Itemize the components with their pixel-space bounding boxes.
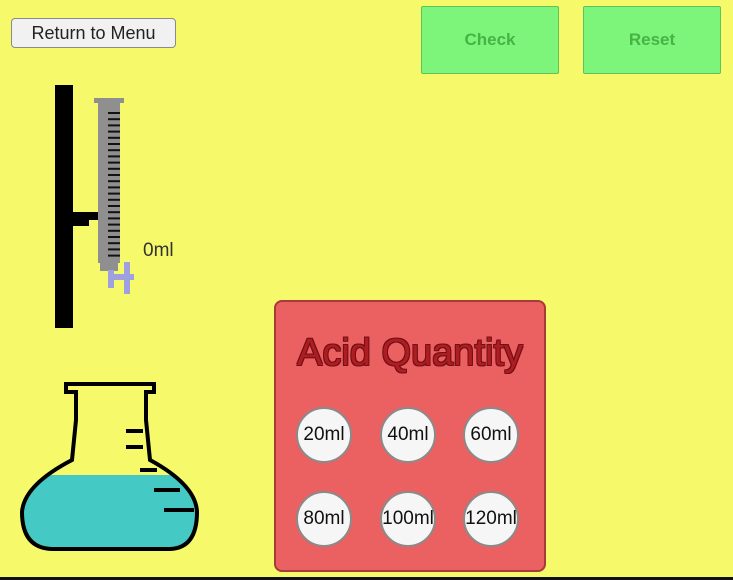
acid-100ml-button[interactable]: 100ml xyxy=(380,491,436,547)
acid-40ml-button[interactable]: 40ml xyxy=(380,407,436,463)
burette-tick xyxy=(108,155,120,158)
burette-tick xyxy=(108,217,120,220)
stand-pole xyxy=(55,85,99,328)
acid-60ml-button[interactable]: 60ml xyxy=(463,407,519,463)
burette-tick xyxy=(108,174,120,176)
burette-tick xyxy=(108,192,120,195)
burette-tick xyxy=(108,236,120,238)
burette-tick xyxy=(108,223,120,226)
burette-tick xyxy=(108,198,120,201)
burette-tick xyxy=(108,112,120,114)
burette-tick xyxy=(108,254,120,257)
burette-tick xyxy=(108,242,120,245)
acid-20ml-button[interactable]: 20ml xyxy=(296,407,352,463)
burette-tick xyxy=(108,161,120,164)
conical-flask xyxy=(19,382,200,551)
burette-tick xyxy=(108,136,120,139)
burette-tick xyxy=(108,130,120,133)
acid-120ml-button[interactable]: 120ml xyxy=(463,491,519,547)
burette-tick xyxy=(108,167,120,170)
burette-tick xyxy=(108,229,120,232)
burette-tick xyxy=(108,124,120,127)
burette-tick xyxy=(108,211,120,214)
acid-quantity-title: Acid Quantity xyxy=(297,332,523,374)
burette-tick xyxy=(108,143,120,145)
burette xyxy=(94,98,124,271)
acid-80ml-button[interactable]: 80ml xyxy=(296,491,352,547)
burette-tick xyxy=(108,149,120,152)
burette-tick xyxy=(108,180,120,183)
burette-tick xyxy=(108,118,120,121)
burette-reading: 0ml xyxy=(143,240,174,261)
burette-tick xyxy=(108,205,120,207)
acid-quantity-panel: Acid Quantity 20ml 40ml 60ml 80ml 100ml … xyxy=(274,300,546,572)
burette-tick xyxy=(108,186,120,189)
burette-tick xyxy=(108,248,120,251)
